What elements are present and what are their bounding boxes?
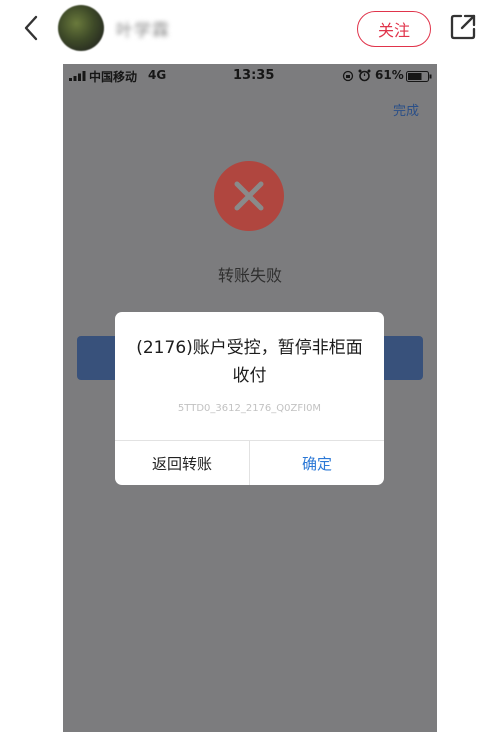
battery-icon: [406, 71, 432, 82]
alert-dialog: (2176)账户受控，暂停非柜面收付 5TTD0_3612_2176_Q0ZFI…: [115, 312, 384, 485]
username[interactable]: 叶学霖: [116, 16, 170, 41]
phone-screenshot: 中国移动 4G 13:35 61% 完成 转账失败 (2176)账户受控，暂停非…: [63, 64, 437, 732]
follow-button[interactable]: 关注: [357, 11, 431, 47]
error-x-icon: [214, 161, 284, 231]
back-chevron-icon[interactable]: [18, 12, 46, 44]
lock-rotation-icon: [342, 70, 354, 82]
dialog-error-code: 5TTD0_3612_2176_Q0ZFI0M: [177, 403, 322, 414]
dialog-message: (2176)账户受控，暂停非柜面收付: [136, 338, 363, 386]
share-icon[interactable]: [448, 12, 478, 42]
status-bar: 中国移动 4G 13:35 61%: [63, 64, 437, 86]
network-label: 4G: [148, 68, 167, 82]
app-header: 叶学霖 关注: [0, 0, 500, 56]
confirm-button[interactable]: 确定: [250, 441, 384, 485]
alarm-icon: [358, 69, 371, 82]
time-label: 13:35: [233, 68, 275, 83]
fail-title: 转账失败: [217, 266, 282, 285]
back-to-transfer-button[interactable]: 返回转账: [115, 441, 249, 485]
done-button[interactable]: 完成: [393, 100, 419, 119]
signal-icon: [69, 71, 86, 81]
avatar[interactable]: [58, 5, 104, 51]
battery-percent: 61%: [375, 68, 404, 82]
carrier-label: 中国移动: [89, 70, 138, 84]
